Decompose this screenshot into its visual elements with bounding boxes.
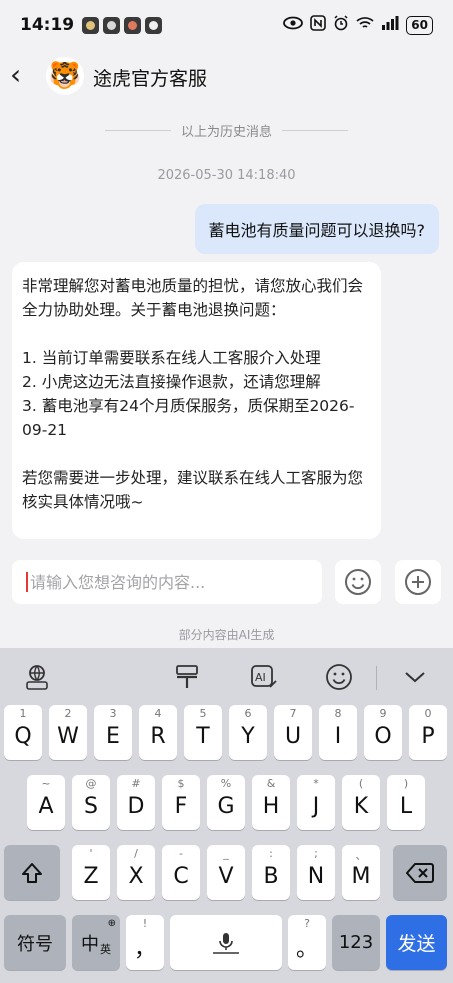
wifi-icon	[356, 16, 374, 34]
bot-message-item: 2. 小虎这边无法直接操作退款，还请您理解	[22, 373, 321, 391]
key-e[interactable]: 3E	[94, 705, 132, 760]
key-j[interactable]: * J	[297, 775, 335, 830]
space-key[interactable]	[170, 915, 282, 970]
shift-key[interactable]	[4, 845, 60, 900]
key-i[interactable]: 8I	[319, 705, 357, 760]
chat-header: ‹ 🐯 途虎官方客服	[0, 50, 453, 104]
key-f[interactable]: $ F	[162, 775, 200, 830]
key-h[interactable]: & H	[252, 775, 290, 830]
numbers-key[interactable]: 123	[332, 915, 380, 970]
language-switch-key[interactable]: 中 英 ⊕	[72, 915, 120, 970]
keyboard-skin-icon[interactable]	[172, 662, 202, 692]
divider-line	[104, 130, 171, 131]
alarm-icon	[333, 15, 349, 35]
keyboard-collapse-icon[interactable]	[400, 662, 430, 692]
signal-icon	[381, 16, 399, 34]
key-w[interactable]: 2W	[49, 705, 87, 760]
app-notification-icon	[145, 16, 163, 34]
key-x[interactable]: / X	[117, 845, 155, 900]
text-caret	[26, 572, 28, 592]
back-icon[interactable]: ‹	[10, 60, 30, 90]
backspace-key[interactable]	[393, 845, 447, 900]
bot-message-outro: 若您需要进一步处理，建议联系在线人工客服为您核实具体情况哦~	[22, 469, 364, 511]
period-key[interactable]: ?。	[288, 915, 326, 970]
keyboard-globe-icon[interactable]	[22, 662, 52, 692]
toolbar-divider	[376, 666, 377, 690]
keyboard-ai-write-icon[interactable]: AI	[249, 662, 279, 692]
key-b[interactable]: :B	[252, 845, 290, 900]
avatar[interactable]: 🐯	[46, 57, 84, 95]
language-label: 中	[81, 933, 99, 955]
notification-icons	[82, 16, 163, 34]
comma-key[interactable]: !，	[126, 915, 164, 970]
key-s[interactable]: @ S	[72, 775, 110, 830]
eye-icon	[283, 16, 304, 34]
battery-indicator: 60	[406, 15, 433, 35]
globe-icon: ⊕	[107, 918, 116, 929]
app-notification-icon	[82, 16, 100, 34]
svg-text:AI: AI	[255, 671, 266, 684]
page-title: 途虎官方客服	[93, 68, 208, 90]
key-r[interactable]: 4R	[139, 705, 177, 760]
history-divider: 以上为历史消息	[0, 121, 453, 140]
key-p[interactable]: 0P	[409, 705, 447, 760]
microphone-icon	[213, 932, 239, 954]
bot-message-bubble[interactable]: 非常理解您对蓄电池质量的担忧，请您放心我们会全力协助处理。关于蓄电池退换问题： …	[12, 262, 381, 539]
status-time: 14:19	[20, 15, 75, 35]
bot-message-intro: 非常理解您对蓄电池质量的担忧，请您放心我们会全力协助处理。关于蓄电池退换问题：	[22, 277, 364, 319]
key-v[interactable]: _ V	[207, 845, 245, 900]
divider-line	[282, 130, 348, 131]
nfc-icon	[310, 15, 327, 35]
emoji-icon	[345, 569, 371, 595]
bot-message-item: 3. 蓄电池享有24个月质保服务，质保期至2026-09-21	[22, 397, 355, 439]
shift-icon	[22, 862, 42, 883]
app-notification-icon	[103, 16, 121, 34]
key-d[interactable]: # D	[117, 775, 155, 830]
bot-message-item: 1. 当前订单需要联系在线人工客服介入处理	[22, 349, 321, 367]
key-m[interactable]: 、 M	[342, 845, 380, 900]
status-bar: 14:19 60	[0, 0, 453, 50]
backspace-icon	[406, 862, 434, 883]
emoji-button[interactable]	[335, 560, 381, 604]
send-key[interactable]: 发送	[386, 915, 447, 970]
history-divider-text: 以上为历史消息	[180, 125, 272, 140]
language-sub-label: 英	[100, 942, 111, 956]
key-g[interactable]: % G	[207, 775, 245, 830]
system-icons: 60	[283, 15, 433, 35]
key-l[interactable]: ) L	[387, 775, 425, 830]
key-a[interactable]: ~ A	[27, 775, 65, 830]
key-n[interactable]: ; N	[297, 845, 335, 900]
message-timestamp: 2026-05-30 14:18:40	[157, 168, 296, 183]
key-c[interactable]: -C	[162, 845, 200, 900]
key-y[interactable]: 6Y	[229, 705, 267, 760]
symbols-key[interactable]: 符号	[4, 915, 66, 970]
key-u[interactable]: 7U	[274, 705, 312, 760]
key-k[interactable]: (K	[342, 775, 380, 830]
keyboard-emoji-icon[interactable]	[324, 662, 354, 692]
app-notification-icon	[124, 16, 142, 34]
key-z[interactable]: ' Z	[72, 845, 110, 900]
message-input-container[interactable]	[12, 560, 322, 604]
add-attachment-button[interactable]	[395, 560, 441, 604]
key-o[interactable]: 9O	[364, 705, 402, 760]
message-input[interactable]	[30, 572, 300, 592]
keyboard-toolbar: AI	[0, 648, 453, 706]
ai-disclaimer: 部分内容由AI生成	[178, 628, 275, 642]
key-t[interactable]: 5T	[184, 705, 222, 760]
user-message-bubble[interactable]: 蓄电池有质量问题可以退换吗?	[194, 204, 439, 254]
plus-icon	[405, 569, 431, 595]
keyboard: AI 1Q 2W 3E 4R 5T 6Y 7U 8I 9O 0P ~ A @ S #…	[0, 648, 453, 983]
key-q[interactable]: 1Q	[4, 705, 42, 760]
